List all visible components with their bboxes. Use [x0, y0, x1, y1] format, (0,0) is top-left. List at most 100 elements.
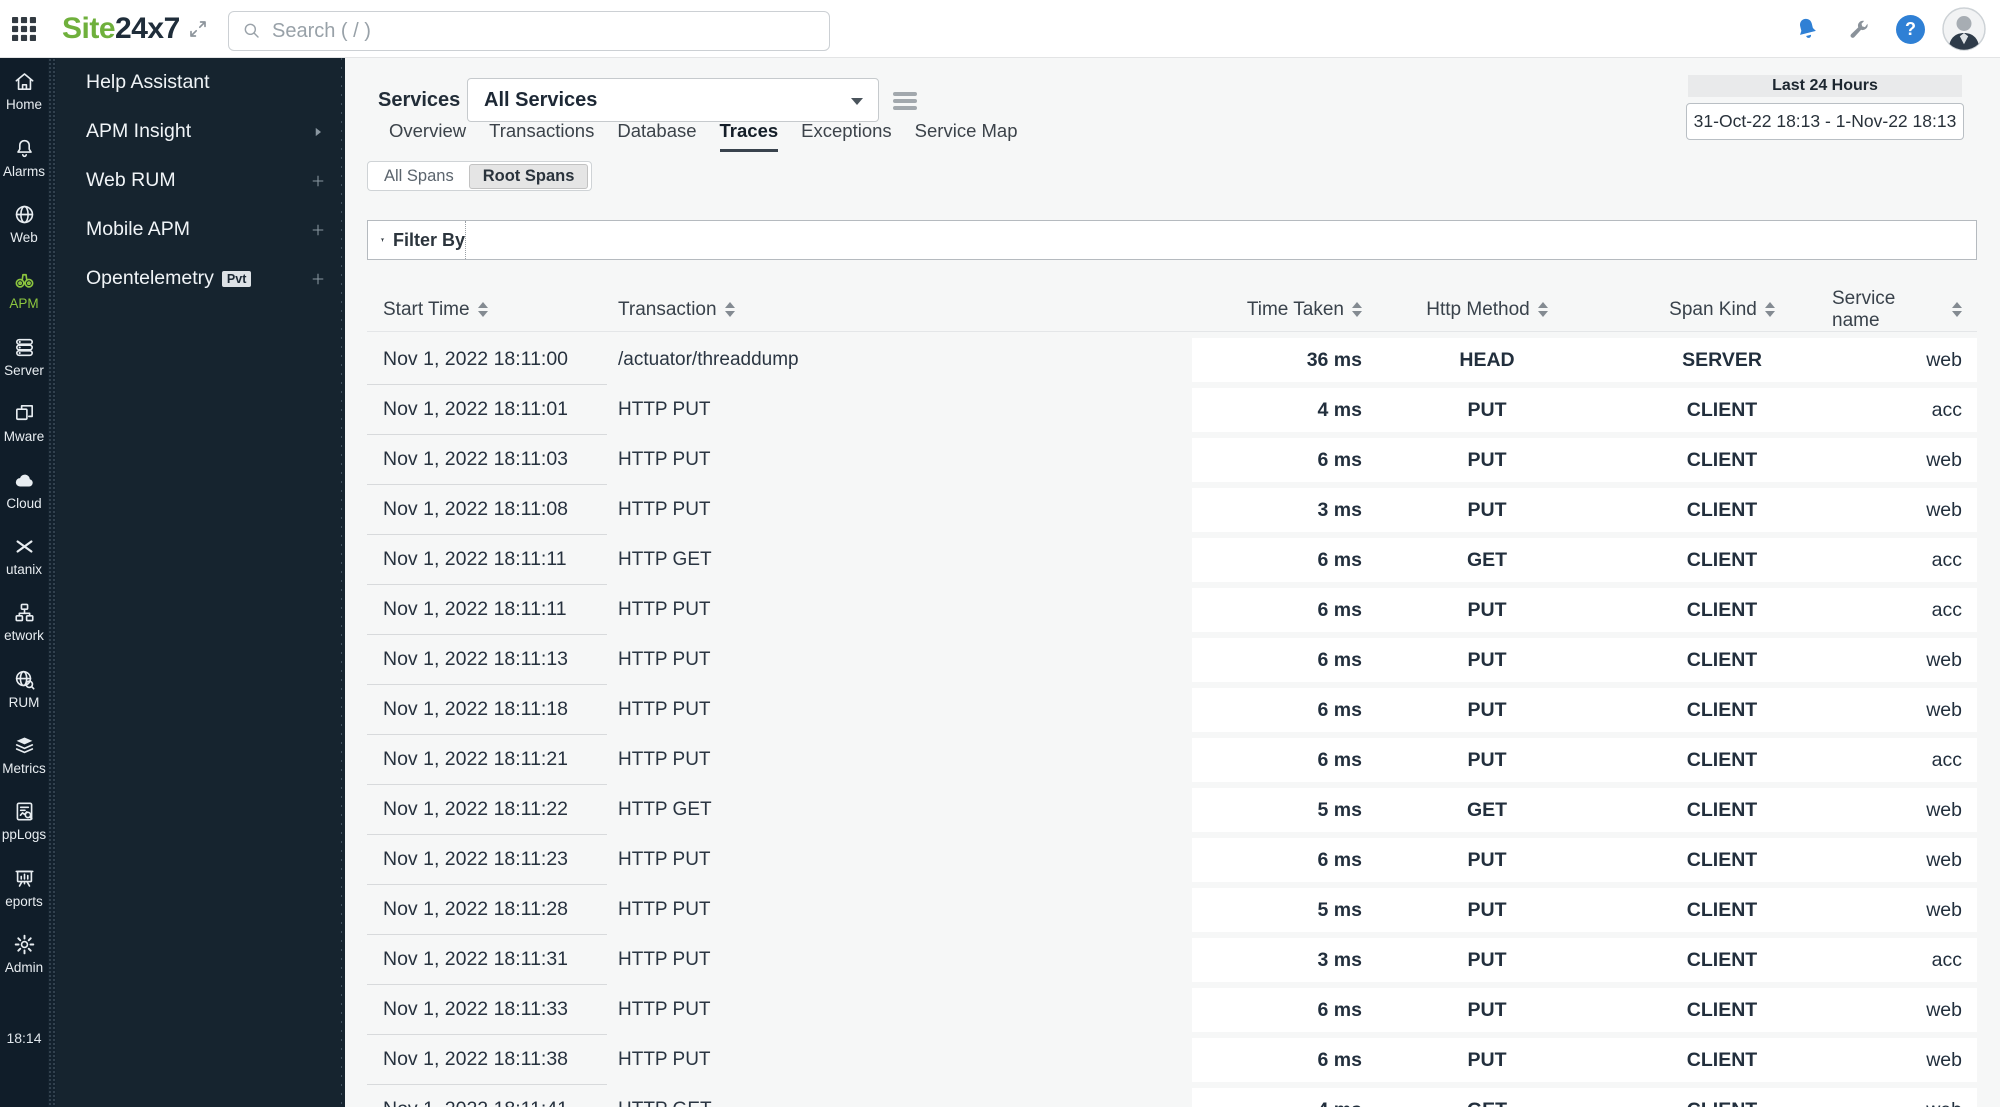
sidebar-item-opentelemetry[interactable]: Opentelemetry Pvt — [56, 254, 345, 303]
filter-input[interactable] — [466, 221, 1976, 259]
alarm-bell-icon — [13, 137, 36, 160]
menu-hamburger-icon[interactable] — [893, 92, 917, 109]
column-header-span-kind[interactable]: Span Kind — [1612, 299, 1832, 321]
cell-time-taken: 6 ms — [1317, 748, 1362, 771]
filter-by-button[interactable]: Filter By — [368, 221, 466, 259]
cell-start-time: Nov 1, 2022 18:11:38 — [367, 1035, 607, 1085]
sort-icon[interactable] — [1764, 302, 1775, 317]
cell-service-name: web — [1832, 1099, 1962, 1107]
table-row[interactable]: Nov 1, 2022 18:11:08 HTTP PUT 3 ms PUT CLIEN… — [367, 485, 1977, 535]
column-header-time-taken[interactable]: Time Taken — [1192, 299, 1362, 321]
cell-http-method: PUT — [1467, 498, 1507, 521]
cell-transaction: HTTP PUT — [618, 699, 711, 720]
rail-item-server[interactable]: Server — [0, 324, 48, 390]
user-avatar[interactable] — [1942, 7, 1986, 51]
cell-span-kind: CLIENT — [1686, 698, 1758, 721]
table-row[interactable]: Nov 1, 2022 18:11:11 HTTP GET 6 ms GET CLIEN… — [367, 535, 1977, 585]
table-row[interactable]: Nov 1, 2022 18:11:00/actuator/threaddump… — [367, 335, 1977, 385]
sort-icon[interactable] — [1952, 302, 1962, 317]
sidebar-item-help-assistant[interactable]: Help Assistant — [56, 58, 345, 107]
site24x7-logo[interactable]: Site24x7 — [62, 12, 180, 46]
app-grid-icon[interactable] — [8, 13, 40, 45]
table-row[interactable]: Nov 1, 2022 18:11:21 HTTP PUT 6 ms PUT CLIEN… — [367, 735, 1977, 785]
rail-item-pplogs[interactable]: ppLogs — [0, 788, 48, 854]
tools-wrench-icon[interactable] — [1846, 17, 1872, 43]
column-header-service-name[interactable]: Service name — [1832, 288, 1962, 332]
cell-span-kind: CLIENT — [1686, 648, 1758, 671]
table-row[interactable]: Nov 1, 2022 18:11:31 HTTP PUT 3 ms PUT CLIEN… — [367, 935, 1977, 985]
table-row[interactable]: Nov 1, 2022 18:11:11 HTTP PUT 6 ms PUT CLIEN… — [367, 585, 1977, 635]
cell-span-kind: CLIENT — [1686, 948, 1758, 971]
rail-item-label: eports — [5, 893, 43, 909]
cell-time-taken: 6 ms — [1317, 848, 1362, 871]
table-row[interactable]: Nov 1, 2022 18:11:18 HTTP PUT 6 ms PUT CLIEN… — [367, 685, 1977, 735]
sidebar-item-label: APM Insight — [86, 120, 192, 142]
cloud-icon — [13, 469, 36, 492]
rail-item-web[interactable]: Web — [0, 191, 48, 257]
table-row[interactable]: Nov 1, 2022 18:11:28 HTTP PUT 5 ms PUT CLIEN… — [367, 885, 1977, 935]
rail-resize-handle[interactable] — [48, 58, 56, 1107]
rail-item-etwork[interactable]: etwork — [0, 589, 48, 655]
column-label: Http Method — [1426, 298, 1530, 320]
sort-icon[interactable] — [1352, 302, 1362, 317]
cell-time-taken: 5 ms — [1317, 798, 1362, 821]
rail-item-metrics[interactable]: Metrics — [0, 722, 48, 788]
tab-database[interactable]: Database — [617, 120, 696, 152]
cell-start-time: Nov 1, 2022 18:11:23 — [367, 835, 607, 885]
cell-time-taken: 6 ms — [1317, 548, 1362, 571]
table-row[interactable]: Nov 1, 2022 18:11:23 HTTP PUT 6 ms PUT CLIEN… — [367, 835, 1977, 885]
table-row[interactable]: Nov 1, 2022 18:11:13 HTTP PUT 6 ms PUT CLIEN… — [367, 635, 1977, 685]
tab-transactions[interactable]: Transactions — [489, 120, 594, 152]
span-filter-toggle: All Spans Root Spans — [367, 161, 593, 191]
rail-item-home[interactable]: Home — [0, 58, 48, 124]
tab-service-map[interactable]: Service Map — [915, 120, 1018, 152]
cell-transaction: HTTP PUT — [618, 449, 711, 470]
cell-service-name: acc — [1931, 548, 1962, 571]
notifications-bell-icon[interactable] — [1790, 12, 1824, 46]
cell-span-kind: CLIENT — [1686, 1048, 1758, 1071]
rail-item-label: utanix — [5, 561, 43, 577]
search-input[interactable] — [272, 19, 829, 43]
sort-icon[interactable] — [477, 302, 488, 317]
timerange-value[interactable]: 31-Oct-22 18:13 - 1-Nov-22 18:13 — [1686, 103, 1964, 140]
span-option-root-spans[interactable]: Root Spans — [468, 163, 589, 189]
services-dropdown[interactable]: All Services — [467, 78, 879, 122]
sidebar-item-web-rum[interactable]: Web RUM — [56, 156, 345, 205]
rail-item-eports[interactable]: eports — [0, 855, 48, 921]
table-row[interactable]: Nov 1, 2022 18:11:41HTTP GET4 msGETCLIEN… — [367, 1085, 1977, 1107]
span-option-all-spans[interactable]: All Spans — [371, 165, 467, 188]
rail-item-rum[interactable]: RUM — [0, 656, 48, 722]
reports-icon — [13, 867, 36, 890]
arrow-right-icon — [309, 123, 327, 141]
help-icon[interactable]: ? — [1896, 15, 1925, 44]
table-row[interactable]: Nov 1, 2022 18:11:01 HTTP PUT 4 ms PUT CLIEN… — [367, 385, 1977, 435]
rail-item-apm[interactable]: APM — [0, 257, 48, 323]
expand-icon[interactable] — [186, 17, 210, 41]
timerange-preset[interactable]: Last 24 Hours — [1688, 75, 1962, 97]
rail-item-cloud[interactable]: Cloud — [0, 456, 48, 522]
server-icon — [13, 336, 36, 359]
table-row[interactable]: Nov 1, 2022 18:11:33 HTTP PUT 6 ms PUT CLIEN… — [367, 985, 1977, 1035]
rail-item-admin[interactable]: Admin — [0, 921, 48, 987]
sort-icon[interactable] — [724, 302, 735, 317]
column-header-transaction[interactable]: Transaction — [607, 299, 1192, 321]
sort-icon[interactable] — [1537, 302, 1548, 317]
column-header-http-method[interactable]: Http Method — [1362, 299, 1612, 321]
row-metrics-card: 6 ms PUT CLIENT acc — [1192, 588, 1977, 632]
home-icon — [13, 70, 36, 93]
cell-time-taken: 6 ms — [1317, 448, 1362, 471]
table-row[interactable]: Nov 1, 2022 18:11:38 HTTP PUT 6 ms PUT CLIEN… — [367, 1035, 1977, 1085]
sidebar-item-apm-insight[interactable]: APM Insight — [56, 107, 345, 156]
sidebar-item-mobile-apm[interactable]: Mobile APM — [56, 205, 345, 254]
rail-item-mware[interactable]: Mware — [0, 390, 48, 456]
rail-item-alarms[interactable]: Alarms — [0, 124, 48, 190]
column-header-start-time[interactable]: Start Time — [367, 299, 607, 321]
tab-exceptions[interactable]: Exceptions — [801, 120, 892, 152]
rail-item-utanix[interactable]: utanix — [0, 523, 48, 589]
tab-traces[interactable]: Traces — [719, 120, 779, 152]
table-row[interactable]: Nov 1, 2022 18:11:22 HTTP GET 5 ms GET CLIEN… — [367, 785, 1977, 835]
cell-http-method: PUT — [1467, 898, 1507, 921]
table-row[interactable]: Nov 1, 2022 18:11:03 HTTP PUT 6 ms PUT CLIEN… — [367, 435, 1977, 485]
traces-table-body: Nov 1, 2022 18:11:00/actuator/threaddump… — [367, 335, 1977, 1107]
tab-overview[interactable]: Overview — [389, 120, 466, 152]
